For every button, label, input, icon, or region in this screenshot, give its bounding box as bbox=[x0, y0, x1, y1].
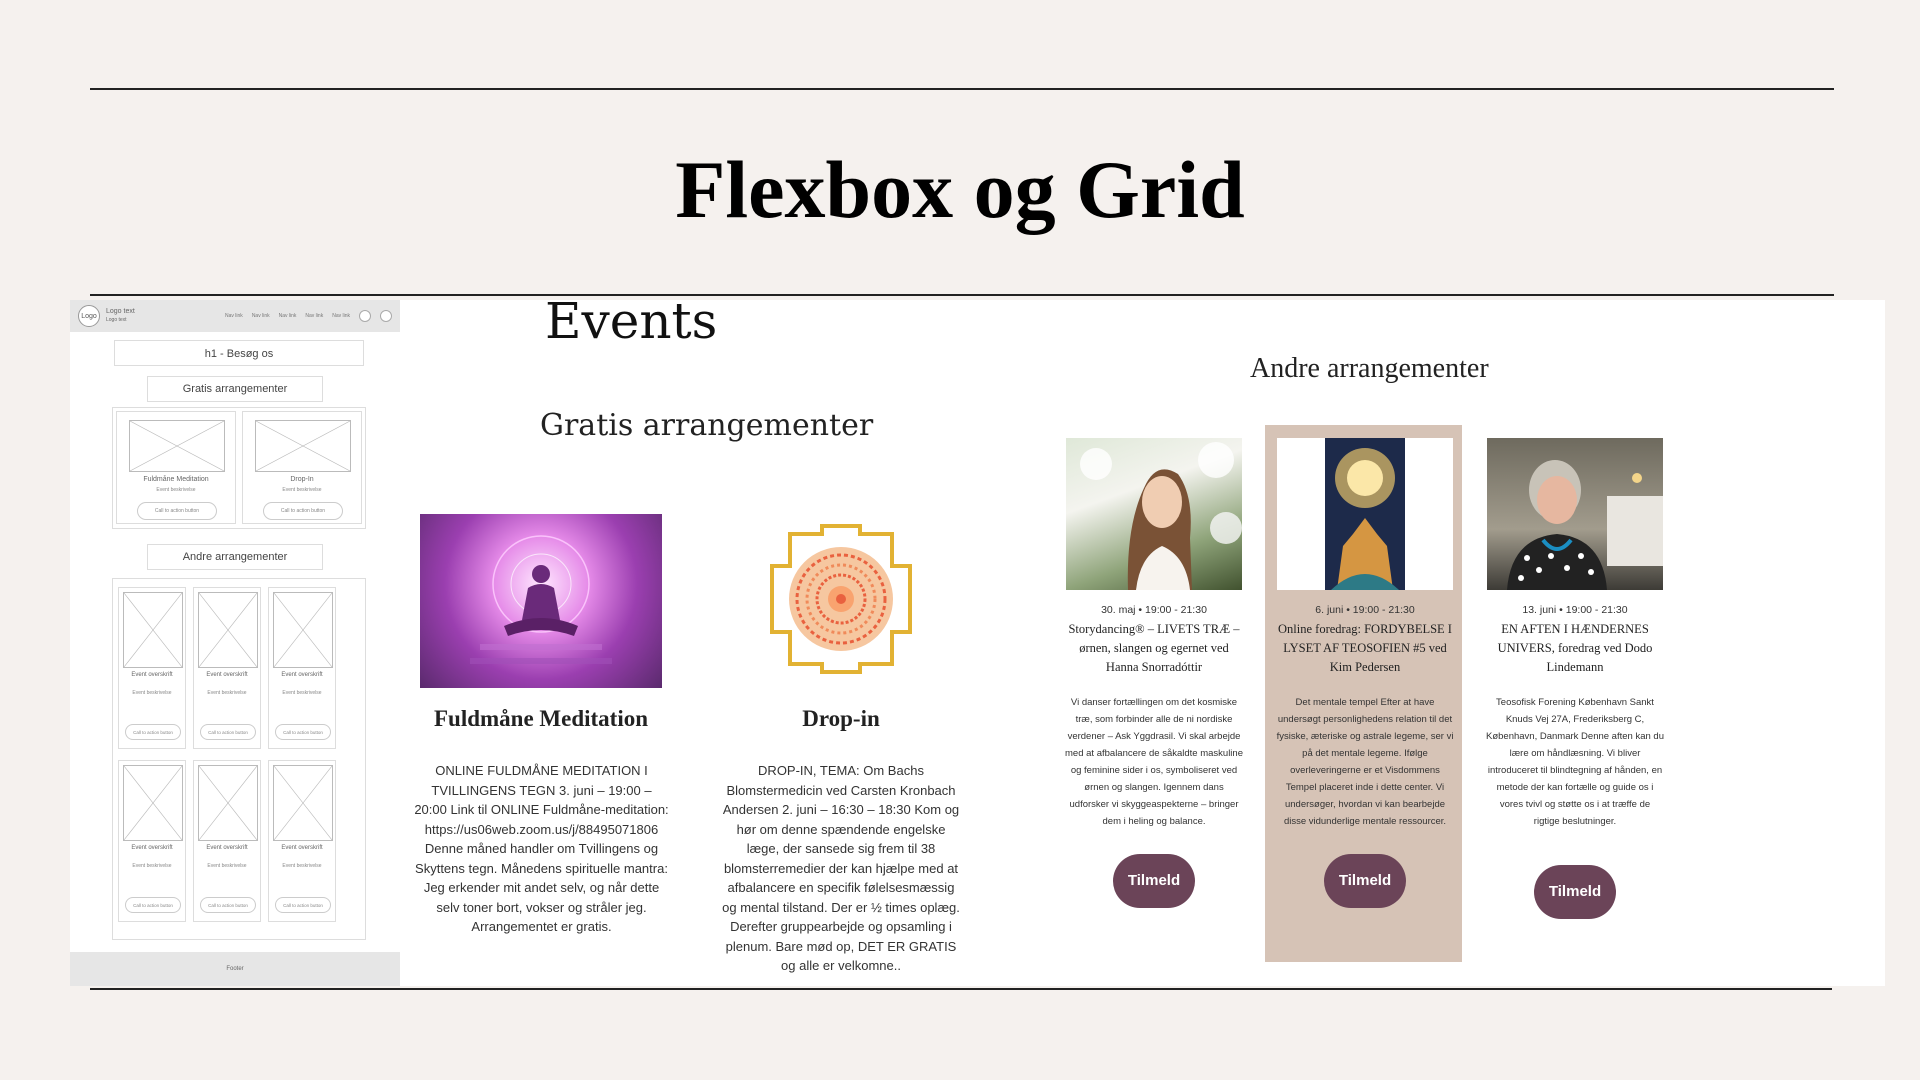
wf-cta-button[interactable]: Call to action button bbox=[125, 897, 181, 913]
event-artwork bbox=[1277, 438, 1453, 590]
event-description: Det mentale tempel Efter at have undersø… bbox=[1276, 697, 1454, 827]
wf-andre-card: Event overskrift Event beskrivelse Call … bbox=[268, 587, 336, 749]
placeholder-image-icon bbox=[129, 420, 225, 472]
yantra-image bbox=[770, 524, 912, 674]
gratis-event-title: Drop-in bbox=[802, 706, 880, 731]
event-date: 30. maj • 19:00 - 21:30 bbox=[1101, 604, 1207, 616]
placeholder-image-icon bbox=[198, 592, 258, 668]
wf-cta-button[interactable]: Call to action button bbox=[275, 724, 331, 740]
event-title: EN AFTEN I HÆNDERNES UNIVERS, foredrag v… bbox=[1497, 622, 1653, 674]
wf-nav-link[interactable]: Nav link bbox=[279, 313, 297, 319]
wf-card-sub: Event beskrivelse bbox=[132, 863, 172, 869]
event-date: 6. juni • 19:00 - 21:30 bbox=[1315, 604, 1415, 616]
event-title: Storydancing® – LIVETS TRÆ – ørnen, slan… bbox=[1068, 622, 1240, 674]
wireframe-logo: Logo bbox=[78, 305, 100, 327]
tilmeld-button[interactable]: Tilmeld bbox=[1113, 854, 1195, 908]
event-date: 13. juni • 19:00 - 21:30 bbox=[1522, 604, 1628, 616]
wf-card-title: Event overskrift bbox=[131, 672, 173, 678]
wf-nav-link[interactable]: Nav link bbox=[225, 313, 243, 319]
wf-h1: h1 - Besøg os bbox=[204, 348, 274, 360]
wf-andre-card: Event overskrift Event beskrivelse Call … bbox=[118, 587, 186, 749]
wf-cta-button[interactable]: Call to action button bbox=[263, 502, 343, 520]
wf-card-title: Event overskrift bbox=[281, 845, 323, 851]
wf-nav-link[interactable]: Nav link bbox=[332, 313, 350, 319]
screenshot-panel: Logo Logo text Logo text Nav link Nav li… bbox=[70, 292, 1885, 986]
placeholder-image-icon bbox=[273, 592, 333, 668]
wf-card-title: Event overskrift bbox=[131, 845, 173, 851]
wf-h1-box: h1 - Besøg os bbox=[114, 340, 364, 366]
wf-andre-card: Event overskrift Event beskrivelse Call … bbox=[193, 587, 261, 749]
wireframe-logo-text: Logo text Logo text bbox=[106, 308, 135, 324]
wireframe: Logo Logo text Logo text Nav link Nav li… bbox=[70, 300, 400, 986]
gratis-event-description: DROP-IN, TEMA: Om Bachs Blomstermedicin … bbox=[722, 763, 960, 973]
wf-card-sub: Event beskrivelse bbox=[282, 487, 322, 493]
wf-andre-card: Event overskrift Event beskrivelse Call … bbox=[268, 760, 336, 922]
wf-card-title: Drop-In bbox=[290, 476, 314, 483]
wf-gratis-label: Gratis arrangementer bbox=[147, 376, 323, 402]
wireframe-header: Logo Logo text Logo text Nav link Nav li… bbox=[70, 300, 400, 332]
event-description: Vi danser fortællingen om det kosmiske t… bbox=[1065, 697, 1243, 827]
mid-rule bbox=[90, 294, 1834, 296]
wf-cta-button[interactable]: Call to action button bbox=[125, 724, 181, 740]
placeholder-image-icon bbox=[273, 765, 333, 841]
wf-card-title: Event overskrift bbox=[281, 672, 323, 678]
gratis-heading: Gratis arrangementer bbox=[540, 408, 874, 443]
wf-cta-button[interactable]: Call to action button bbox=[200, 724, 256, 740]
placeholder-image-icon bbox=[123, 765, 183, 841]
wf-footer: Footer bbox=[70, 952, 400, 986]
placeholder-image-icon bbox=[255, 420, 351, 472]
wf-andre-card: Event overskrift Event beskrivelse Call … bbox=[193, 760, 261, 922]
tilmeld-button[interactable]: Tilmeld bbox=[1324, 854, 1406, 908]
wf-nav-link[interactable]: Nav link bbox=[252, 313, 270, 319]
wf-card-sub: Event beskrivelse bbox=[207, 863, 247, 869]
wf-card-sub: Event beskrivelse bbox=[132, 690, 172, 696]
event-description: Teosofisk Forening København Sankt Knuds… bbox=[1486, 697, 1664, 827]
andre-heading: Andre arrangementer bbox=[1250, 353, 1489, 384]
wf-cta-button[interactable]: Call to action button bbox=[137, 502, 217, 520]
wf-card-title: Event overskrift bbox=[206, 672, 248, 678]
placeholder-image-icon bbox=[198, 765, 258, 841]
wf-cta-button[interactable]: Call to action button bbox=[275, 897, 331, 913]
wf-nav-link[interactable]: Nav link bbox=[305, 313, 323, 319]
wf-gratis-card: Fuldmåne Meditation Event beskrivelse Ca… bbox=[116, 411, 236, 524]
wf-card-sub: Event beskrivelse bbox=[207, 690, 247, 696]
bottom-rule bbox=[90, 988, 1832, 990]
wf-card-title: Fuldmåne Meditation bbox=[143, 476, 209, 483]
gratis-event-description: ONLINE FULDMÅNE MEDITATION I TVILLINGENS… bbox=[414, 763, 669, 934]
meditation-image bbox=[420, 514, 662, 688]
search-icon[interactable] bbox=[359, 310, 371, 322]
top-rule bbox=[90, 88, 1834, 90]
logo-subtext: Logo text bbox=[106, 317, 127, 323]
logo-text: Logo text bbox=[106, 308, 135, 315]
event-photo bbox=[1487, 438, 1663, 590]
wireframe-nav: Nav link Nav link Nav link Nav link Nav … bbox=[225, 310, 392, 322]
wf-andre-label: Andre arrangementer bbox=[147, 544, 323, 570]
wf-card-sub: Event beskrivelse bbox=[282, 863, 322, 869]
cart-icon[interactable] bbox=[380, 310, 392, 322]
wf-card-sub: Event beskrivelse bbox=[282, 690, 322, 696]
placeholder-image-icon bbox=[123, 592, 183, 668]
gratis-event-title: Fuldmåne Meditation bbox=[433, 706, 649, 731]
wf-andre-card: Event overskrift Event beskrivelse Call … bbox=[118, 760, 186, 922]
wf-card-sub: Event beskrivelse bbox=[156, 487, 196, 493]
event-title: Online foredrag: FORDYBELSE I LYSET AF T… bbox=[1278, 622, 1452, 674]
wf-card-title: Event overskrift bbox=[206, 845, 248, 851]
events-heading: Events bbox=[545, 292, 718, 350]
tilmeld-button[interactable]: Tilmeld bbox=[1534, 865, 1616, 919]
event-photo bbox=[1066, 438, 1242, 590]
wf-cta-button[interactable]: Call to action button bbox=[200, 897, 256, 913]
slide-title: Flexbox og Grid bbox=[675, 144, 1245, 235]
wf-gratis-card: Drop-In Event beskrivelse Call to action… bbox=[242, 411, 362, 524]
